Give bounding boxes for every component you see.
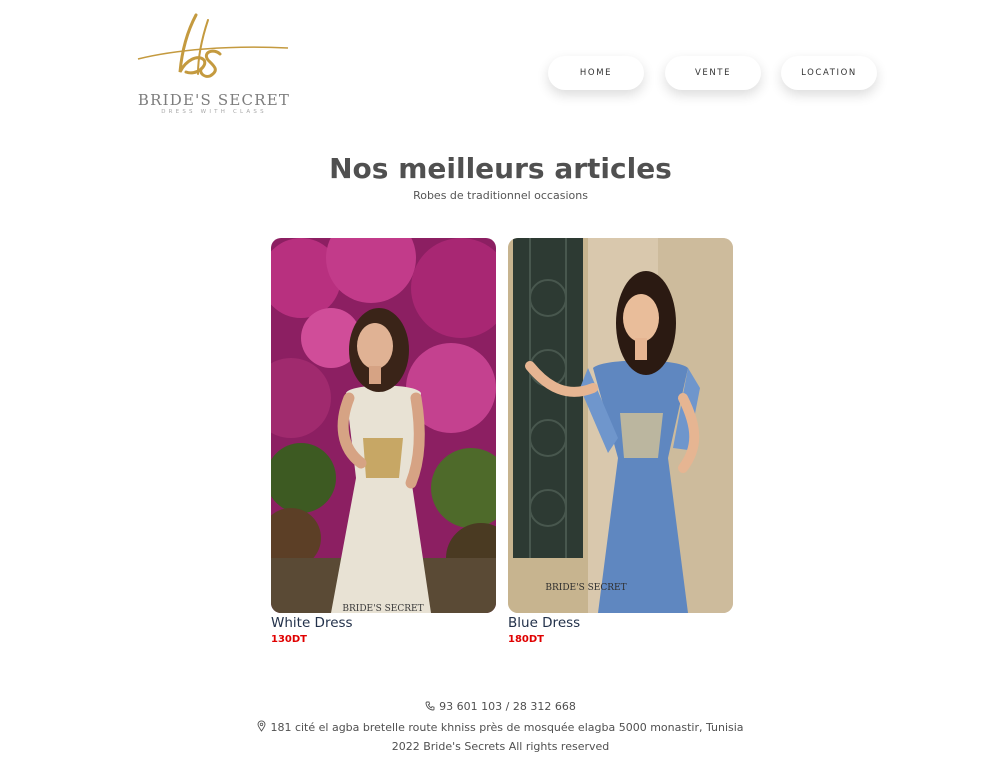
logo-name: BRIDE'S SECRET [137, 91, 291, 109]
photo-watermark: BRIDE'S SECRET [545, 583, 626, 593]
section-title: Nos meilleurs articles [329, 152, 672, 185]
phone-numbers[interactable]: 93 601 103 / 28 312 668 [439, 700, 576, 713]
product-card-white-dress[interactable]: BRIDE'S SECRET White Dress 130DT [271, 238, 496, 645]
footer-copyright: 2022 Bride's Secrets All rights reserved [391, 740, 610, 753]
footer-phone: 93 601 103 / 28 312 668 [0, 700, 1001, 714]
brand-logo[interactable]: BRIDE'S SECRET DRESS WITH CLASS [134, 10, 294, 115]
product-name[interactable]: White Dress [271, 615, 353, 631]
address-text: 181 cité el agba bretelle route khniss p… [270, 721, 744, 734]
nav-home-button[interactable]: HOME [548, 56, 644, 90]
product-card-blue-dress[interactable]: BRIDE'S SECRET Blue Dress 180DT [508, 238, 733, 645]
phone-icon [425, 701, 435, 714]
nav-location-button[interactable]: LOCATION [781, 56, 877, 90]
map-pin-icon [257, 720, 266, 735]
footer-address: 181 cité el agba bretelle route khniss p… [0, 720, 1001, 735]
section-subtitle: Robes de traditionnel occasions [413, 189, 588, 202]
product-image-white-dress[interactable]: BRIDE'S SECRET [271, 238, 496, 613]
product-price: 130DT [271, 634, 307, 645]
product-name[interactable]: Blue Dress [508, 615, 580, 631]
photo-watermark: BRIDE'S SECRET [342, 604, 423, 613]
nav-vente-button[interactable]: VENTE [665, 56, 761, 90]
product-price: 180DT [508, 634, 544, 645]
logo-tagline: DRESS WITH CLASS [161, 109, 267, 115]
logo-monogram [137, 13, 289, 78]
product-image-blue-dress[interactable]: BRIDE'S SECRET [508, 238, 733, 613]
